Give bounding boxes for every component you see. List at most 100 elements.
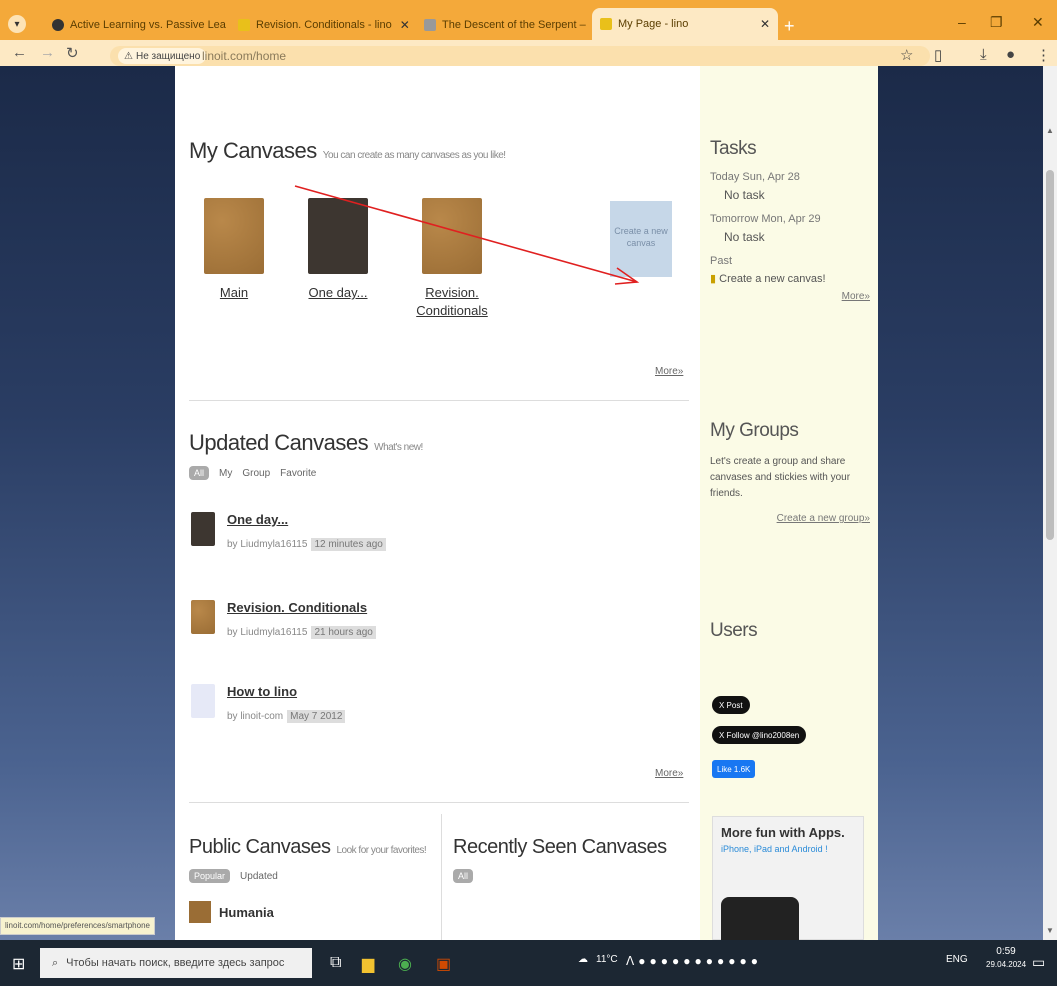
fb-like-button[interactable]: Like 1.6K (712, 760, 756, 778)
warning-icon: ⚠ (124, 50, 133, 62)
canvas-link[interactable]: Revision. Conditionals (407, 284, 497, 320)
canvas-thumbnail[interactable] (191, 684, 215, 718)
tray-icons[interactable]: ᐱ●●●●●●●●●●● (626, 954, 762, 968)
star-icon[interactable]: ☆ (900, 46, 913, 64)
weather-temp[interactable]: 11°C (596, 954, 618, 965)
taskbar: ⊞ ⌕ Чтобы начать поиск, введите здесь за… (0, 940, 1057, 986)
list-item[interactable]: How to lino by linoit-com May 7 2012 (191, 684, 346, 723)
past-task[interactable]: Create a new canvas! (719, 273, 825, 285)
updated-subtitle: What's new! (374, 442, 423, 453)
canvas-card-main[interactable]: Main (195, 198, 273, 302)
back-icon[interactable]: ← (12, 44, 27, 61)
scroll-down-icon[interactable]: ▼ (1046, 926, 1054, 935)
tab-my-page[interactable]: My Page - lino ✕ (592, 8, 778, 40)
clock[interactable]: 0:59 29.04.2024 (986, 946, 1026, 969)
canvas-thumbnail[interactable] (204, 198, 264, 274)
canvas-link[interactable]: One day... (299, 284, 377, 302)
task-view-icon[interactable]: ⧉ (330, 954, 341, 972)
close-window-icon[interactable]: ✕ (1032, 14, 1044, 31)
public-canvases-section: Public Canvases Look for your favorites! … (189, 836, 439, 923)
list-item[interactable]: Revision. Conditionals by Liudmyla16115 2… (191, 600, 376, 639)
weather-icon[interactable]: ☁ (578, 954, 588, 965)
tab-descent-serpent[interactable]: The Descent of the Serpent – ✕ (416, 10, 592, 40)
filter-group[interactable]: Group (242, 468, 270, 479)
my-canvases-more-link[interactable]: More» (655, 366, 683, 377)
lino-icon (238, 19, 250, 31)
my-canvases-subtitle: You can create as many canvases as you l… (322, 150, 506, 161)
sidebar: Tasks Today Sun, Apr 28 No task Tomorrow… (700, 66, 878, 940)
section-divider (189, 400, 689, 401)
list-item[interactable]: One day... by Liudmyla16115 12 minutes ag… (191, 512, 386, 551)
canvas-link[interactable]: Revision. Conditionals (227, 600, 376, 615)
canvas-thumbnail[interactable] (191, 600, 215, 634)
canvas-link[interactable]: Humania (219, 905, 274, 920)
doc-icon (424, 19, 436, 31)
author: by Liudmyla16115 (227, 627, 308, 638)
filter-all[interactable]: All (189, 466, 210, 480)
apps-title: More fun with Apps. (721, 825, 845, 840)
minimize-icon[interactable]: – (958, 14, 966, 30)
filter-favorite[interactable]: Favorite (280, 468, 316, 479)
author: by Liudmyla16115 (227, 539, 308, 550)
scroll-up-icon[interactable]: ▲ (1046, 126, 1054, 135)
apps-promo[interactable]: More fun with Apps. iPhone, iPad and And… (712, 816, 864, 940)
taskbar-search[interactable]: ⌕ Чтобы начать поиск, введите здесь запр… (40, 948, 312, 978)
column-divider (441, 814, 442, 940)
tomorrow-task: No task (724, 230, 765, 244)
canvas-link[interactable]: Main (195, 284, 273, 302)
windows-start-icon[interactable]: ⊞ (12, 954, 25, 974)
timestamp: 21 hours ago (311, 626, 376, 639)
my-canvases-title: My Canvases (189, 138, 317, 163)
filter-all[interactable]: All (453, 869, 474, 883)
canvas-thumbnail[interactable] (189, 901, 211, 923)
security-chip[interactable]: ⚠ Не защищено (118, 48, 207, 64)
public-subtitle: Look for your favorites! (336, 845, 427, 856)
url-text[interactable]: linoit.com/home (202, 49, 286, 63)
groups-text: Let's create a group and share canvases … (710, 456, 851, 499)
canvas-thumbnail[interactable] (191, 512, 215, 546)
restore-icon[interactable]: ❐ (990, 14, 1003, 31)
today-label: Today Sun, Apr 28 (710, 171, 800, 183)
updated-more-link[interactable]: More» (655, 768, 683, 779)
new-tab-icon[interactable]: + (784, 16, 795, 37)
powerpoint-icon[interactable]: ▣ (436, 954, 451, 974)
canvas-link[interactable]: One day... (227, 512, 386, 527)
download-icon[interactable]: ⤓ (980, 46, 987, 63)
x-follow-button[interactable]: X Follow @lino2008en (712, 726, 807, 744)
tomorrow-label: Tomorrow Mon, Apr 29 (710, 213, 821, 225)
sticky-icon: ▮ (710, 273, 717, 285)
tasks-more-link[interactable]: More» (710, 288, 870, 306)
chrome-icon[interactable]: ◉ (398, 954, 412, 974)
tab-revision-conditionals[interactable]: Revision. Conditionals - lino ✕ (230, 10, 416, 40)
recent-canvases-section: Recently Seen Canvases All (453, 836, 693, 883)
tab-search-icon[interactable]: ▾ (8, 15, 26, 33)
filter-updated[interactable]: Updated (240, 871, 278, 882)
x-post-button[interactable]: X Post (712, 696, 750, 714)
reload-icon[interactable]: ↻ (66, 44, 79, 62)
page-viewport: My Canvases You can create as many canvas… (0, 66, 1057, 940)
language-indicator[interactable]: ENG (946, 954, 968, 965)
search-icon: ⌕ (52, 956, 59, 969)
public-filters: Popular Updated (189, 869, 439, 883)
tab-active-learning[interactable]: Active Learning vs. Passive Lea ✕ (44, 10, 230, 40)
close-icon[interactable]: ✕ (752, 17, 770, 31)
forward-icon[interactable]: → (40, 44, 55, 61)
updated-canvases-section: Updated Canvases What's new! All My Group… (189, 430, 689, 480)
profile-icon[interactable]: ● (1006, 46, 1015, 63)
author: by linoit-com (227, 711, 284, 722)
menu-icon[interactable]: ⋮ (1036, 46, 1051, 64)
lino-icon (600, 18, 612, 30)
create-group-link[interactable]: Create a new group» (710, 510, 870, 528)
scroll-thumb[interactable] (1046, 170, 1054, 540)
tasks-title: Tasks (710, 138, 757, 159)
phone-image (721, 897, 799, 940)
notifications-icon[interactable]: ▭ (1032, 954, 1045, 971)
close-icon[interactable]: ✕ (392, 18, 410, 32)
filter-my[interactable]: My (219, 468, 232, 479)
canvas-link[interactable]: How to lino (227, 684, 345, 699)
today-task: No task (724, 188, 765, 202)
extensions-icon[interactable]: ▯ (934, 46, 942, 64)
circle-icon (52, 19, 64, 31)
file-explorer-icon[interactable]: ▆ (362, 954, 374, 974)
filter-popular[interactable]: Popular (189, 869, 231, 883)
